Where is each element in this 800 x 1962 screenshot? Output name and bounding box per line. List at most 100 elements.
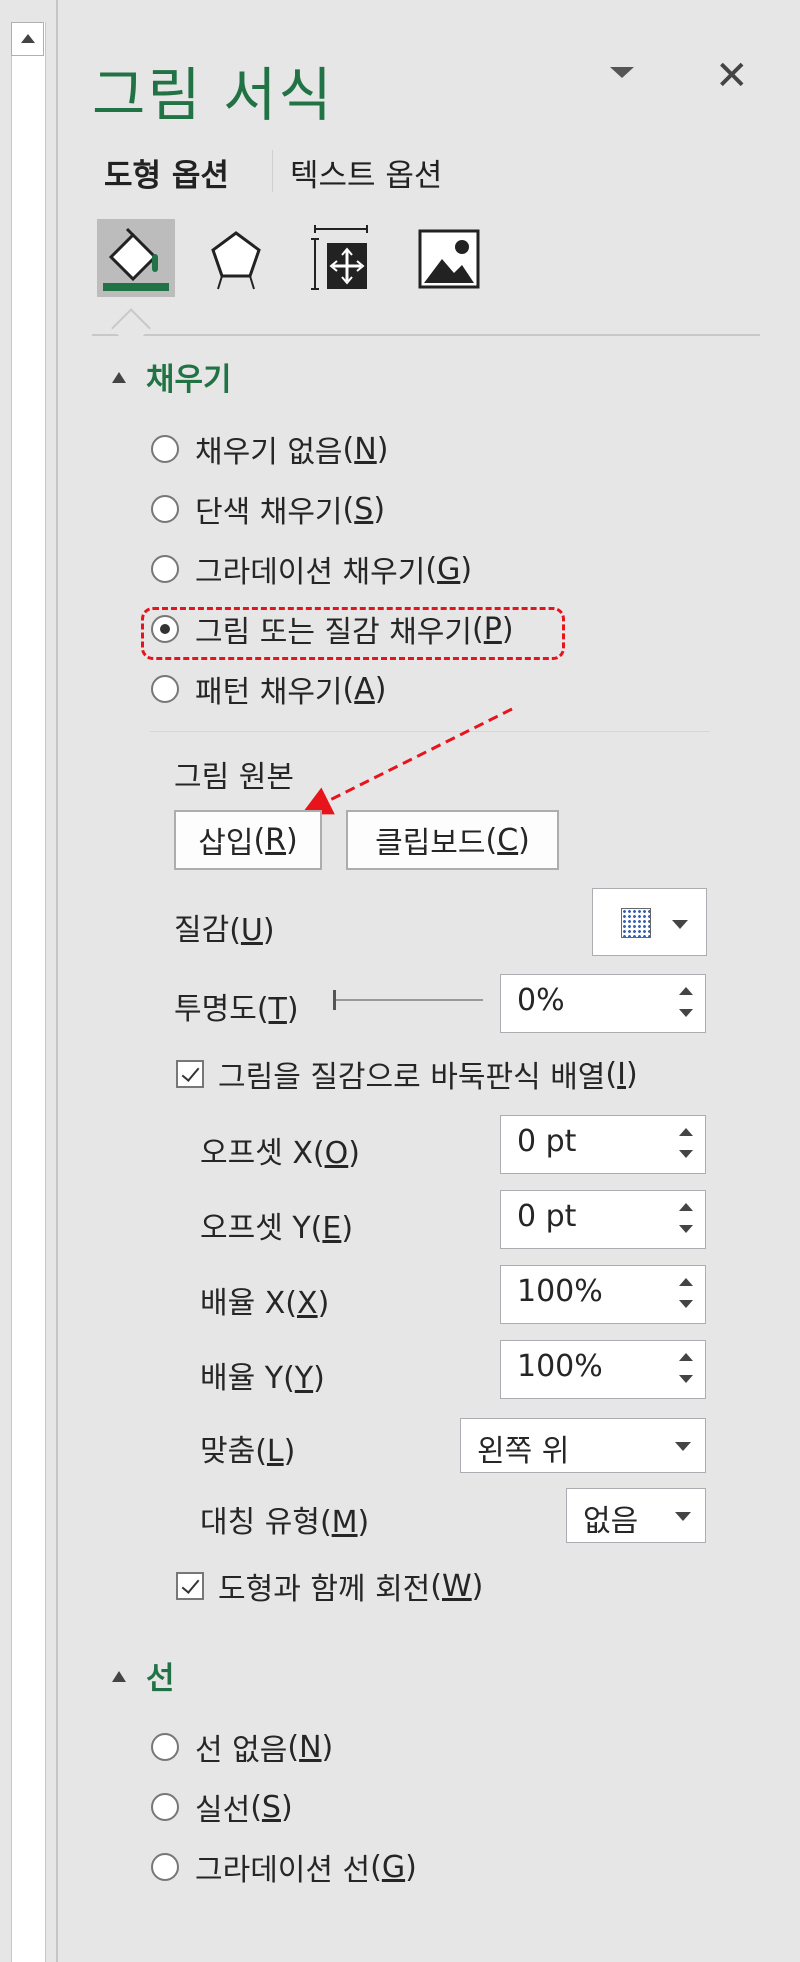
spin-down-icon[interactable] xyxy=(679,1300,693,1308)
transparency-spinbox[interactable]: 0% xyxy=(500,974,706,1033)
vertical-scrollbar[interactable] xyxy=(11,22,46,1962)
spin-up-icon[interactable] xyxy=(679,1203,693,1211)
line-section-header[interactable]: 선 xyxy=(112,1653,175,1698)
radio-button[interactable] xyxy=(151,495,179,523)
tab-shape-options[interactable]: 도형 옵션 xyxy=(104,150,229,195)
collapse-triangle-icon xyxy=(112,1671,126,1682)
radio-label: 실선 xyxy=(195,1793,251,1828)
annotation-arrow xyxy=(301,707,513,815)
offset-y-spinbox[interactable]: 0 pt xyxy=(500,1190,706,1249)
texture-swatch-icon xyxy=(621,908,651,938)
spin-up-icon[interactable] xyxy=(679,1353,693,1361)
radio-pattern-fill[interactable]: 패턴 채우기(A) xyxy=(151,668,387,710)
spin-up-icon[interactable] xyxy=(679,1128,693,1136)
radio-label: 선 없음 xyxy=(195,1733,288,1768)
insert-picture-button[interactable]: 삽입(R) xyxy=(174,810,322,870)
picture-icon[interactable] xyxy=(410,219,488,297)
spinbox-value: 0 pt xyxy=(517,1124,577,1159)
radio-no-fill[interactable]: 채우기 없음(N) xyxy=(151,428,388,470)
picture-source-label: 그림 원본 xyxy=(174,760,294,795)
radio-solid-line[interactable]: 실선(S) xyxy=(151,1786,293,1828)
radio-label: 채우기 없음 xyxy=(195,435,343,470)
spin-down-icon[interactable] xyxy=(679,1375,693,1383)
chevron-down-icon xyxy=(672,920,688,929)
size-properties-icon[interactable] xyxy=(303,219,381,297)
access-key: Y xyxy=(294,1361,314,1396)
checkbox-label: 그림을 질감으로 바둑판식 배열 xyxy=(218,1060,606,1095)
access-key: S xyxy=(354,491,374,527)
offset-y-label-text: 오프셋 Y xyxy=(200,1211,311,1246)
radio-button[interactable] xyxy=(151,1853,179,1881)
selected-category-pointer xyxy=(111,308,151,348)
scale-y-spinbox[interactable]: 100% xyxy=(500,1340,706,1399)
dropdown-value: 없음 xyxy=(583,1504,639,1539)
pane-options-dropdown-icon[interactable] xyxy=(610,67,634,78)
access-key: S xyxy=(261,1789,281,1825)
access-key: G xyxy=(437,551,461,587)
access-key: T xyxy=(268,992,287,1027)
clipboard-button[interactable]: 클립보드(C) xyxy=(346,810,559,870)
alignment-label: 맞춤(L) xyxy=(200,1434,296,1469)
radio-label: 그라데이션 선 xyxy=(195,1853,371,1888)
checkbox-checked[interactable] xyxy=(176,1572,204,1600)
access-key: L xyxy=(266,1434,284,1469)
access-key: O xyxy=(324,1136,349,1171)
radio-label: 단색 채우기 xyxy=(195,495,343,530)
access-key: I xyxy=(617,1056,626,1092)
fill-section-title: 채우기 xyxy=(146,362,232,398)
radio-gradient-fill[interactable]: 그라데이션 채우기(G) xyxy=(151,548,472,590)
scale-y-label: 배율 Y(Y) xyxy=(200,1361,325,1396)
pane-title: 그림 서식 xyxy=(92,61,334,129)
spinbox-value: 0 pt xyxy=(517,1199,577,1234)
scale-x-spinbox[interactable]: 100% xyxy=(500,1265,706,1324)
chevron-down-icon xyxy=(675,1512,691,1521)
chevron-down-icon xyxy=(675,1442,691,1451)
fill-section-header[interactable]: 채우기 xyxy=(112,354,232,399)
slider-thumb[interactable] xyxy=(333,990,336,1010)
checkbox-checked[interactable] xyxy=(176,1060,204,1088)
transparency-slider[interactable] xyxy=(333,990,483,1010)
radio-solid-fill[interactable]: 단색 채우기(S) xyxy=(151,488,385,530)
access-key: C xyxy=(497,822,519,858)
button-label: 삽입 xyxy=(198,826,254,861)
spinbox-value: 0% xyxy=(517,983,565,1018)
spin-down-icon[interactable] xyxy=(679,1225,693,1233)
access-key: E xyxy=(322,1211,342,1246)
alignment-label-text: 맞춤 xyxy=(200,1434,256,1469)
radio-no-line[interactable]: 선 없음(N) xyxy=(151,1726,333,1768)
effects-pentagon-icon[interactable] xyxy=(197,219,275,297)
spin-up-icon[interactable] xyxy=(679,1278,693,1286)
fill-line-icon[interactable] xyxy=(97,219,175,297)
access-key: M xyxy=(331,1505,358,1540)
radio-button[interactable] xyxy=(151,435,179,463)
line-section-title: 선 xyxy=(146,1661,175,1697)
radio-button[interactable] xyxy=(151,675,179,703)
access-key: W xyxy=(442,1568,472,1604)
radio-gradient-line[interactable]: 그라데이션 선(G) xyxy=(151,1846,417,1888)
slider-track xyxy=(333,999,483,1001)
pane-border xyxy=(56,0,58,1962)
texture-picker-dropdown[interactable] xyxy=(592,888,707,956)
spin-up-icon[interactable] xyxy=(679,987,693,995)
spin-down-icon[interactable] xyxy=(679,1150,693,1158)
radio-button[interactable] xyxy=(151,1733,179,1761)
annotation-highlight-box xyxy=(141,607,565,660)
tab-separator xyxy=(272,150,273,192)
scale-x-label-text: 배율 X xyxy=(200,1286,286,1321)
rotate-with-shape-checkbox-row[interactable]: 도형과 함께 회전(W) xyxy=(176,1564,483,1608)
access-key: N xyxy=(299,1729,322,1765)
mirror-type-dropdown[interactable]: 없음 xyxy=(566,1488,706,1543)
tile-picture-checkbox-row[interactable]: 그림을 질감으로 바둑판식 배열(I) xyxy=(176,1052,638,1096)
alignment-dropdown[interactable]: 왼쪽 위 xyxy=(460,1418,706,1473)
scroll-up-button[interactable] xyxy=(11,22,44,56)
close-icon[interactable]: ✕ xyxy=(715,52,749,100)
offset-x-spinbox[interactable]: 0 pt xyxy=(500,1115,706,1174)
tab-text-options[interactable]: 텍스트 옵션 xyxy=(290,150,442,195)
spin-down-icon[interactable] xyxy=(679,1009,693,1017)
spinbox-value: 100% xyxy=(517,1349,603,1384)
radio-button[interactable] xyxy=(151,555,179,583)
checkbox-label: 도형과 함께 회전 xyxy=(218,1572,431,1607)
scale-y-label-text: 배율 Y xyxy=(200,1361,284,1396)
radio-button[interactable] xyxy=(151,1793,179,1821)
access-key: R xyxy=(265,822,287,858)
